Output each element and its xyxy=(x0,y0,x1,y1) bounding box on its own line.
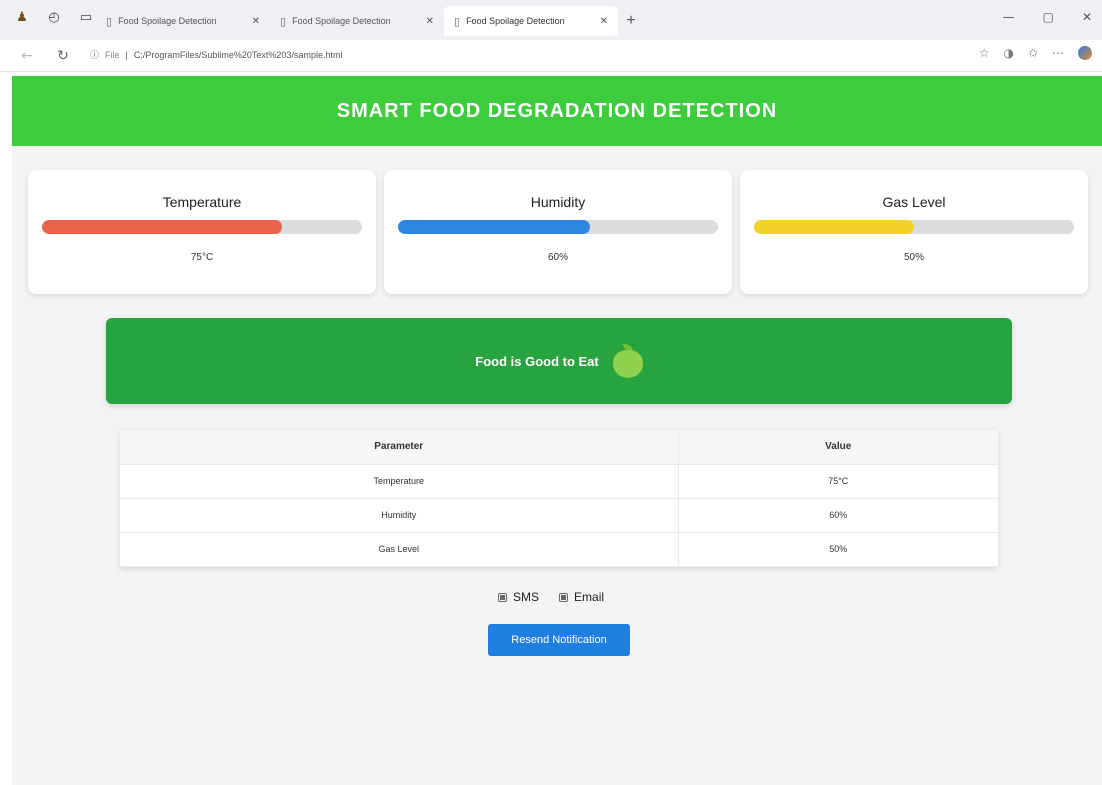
close-icon[interactable]: ✕ xyxy=(252,16,260,27)
progress-track xyxy=(42,220,362,234)
card-value: 50% xyxy=(903,252,924,263)
card-label: Gas Level xyxy=(882,194,946,210)
apple-body xyxy=(612,350,643,378)
table-row: Humidity 60% xyxy=(120,498,998,533)
minimize-icon[interactable]: — xyxy=(1003,10,1015,24)
info-icon: ⓘ xyxy=(90,50,100,60)
url-divider: | xyxy=(125,49,128,60)
tab-title: Food Spoilage Detection xyxy=(292,16,391,26)
reading-icon[interactable]: ◑ xyxy=(1003,46,1013,60)
copilot-icon[interactable] xyxy=(1078,46,1092,60)
humidity-bar-fill xyxy=(398,220,590,234)
temperature-bar-fill xyxy=(42,220,282,234)
email-checkbox[interactable]: Email xyxy=(559,590,604,604)
table-row: Temperature 75°C xyxy=(120,464,998,499)
humidity-card: Humidity 60% xyxy=(384,170,732,294)
gas-level-bar-fill xyxy=(754,220,914,234)
table-cell: 60% xyxy=(678,498,998,533)
table-cell: Gas Level xyxy=(120,532,679,567)
tab-title: Food Spoilage Detection xyxy=(118,16,217,26)
window-controls: — ▢ ✕ xyxy=(1003,10,1092,24)
card-label: Temperature xyxy=(162,194,242,210)
notification-options: SMS Email xyxy=(498,590,604,604)
card-value: 60% xyxy=(547,252,568,263)
address-bar: ← ↻ ⓘ File | C:/ProgramFiles/Sublime%20T… xyxy=(0,40,1102,72)
checkbox-box[interactable] xyxy=(559,592,569,602)
reload-icon[interactable]: ↻ xyxy=(52,45,74,67)
tab-3-active[interactable]: ▯ Food Spoilage Detection ✕ xyxy=(444,6,618,36)
more-icon[interactable]: ⋯ xyxy=(1052,46,1064,60)
page-icon: ▯ xyxy=(106,14,113,28)
progress-track xyxy=(398,220,718,234)
maximize-icon[interactable]: ▢ xyxy=(1043,10,1054,24)
gas-level-card: Gas Level 50% xyxy=(740,170,1088,294)
browser-tab-bar: ♟ ◴ ▭ ▯ Food Spoilage Detection ✕ ▯ Food… xyxy=(0,0,1102,40)
apple-icon xyxy=(612,344,643,378)
window-icons: ♟ ◴ ▭ xyxy=(14,9,94,25)
history-icon[interactable]: ◴ xyxy=(46,9,62,25)
column-header: Value xyxy=(678,430,998,465)
new-tab-button[interactable]: + xyxy=(618,6,644,36)
table-cell: 75°C xyxy=(678,464,998,499)
tab-actions-icon[interactable]: ▭ xyxy=(78,9,94,25)
tab-2[interactable]: ▯ Food Spoilage Detection ✕ xyxy=(270,6,444,36)
column-header: Parameter xyxy=(120,430,679,465)
status-text: Food is Good to Eat xyxy=(475,353,599,369)
table-cell: Temperature xyxy=(120,464,679,499)
sms-checkbox[interactable]: SMS xyxy=(498,590,539,604)
browser-toolbar: ☆ ◑ ✩ ⋯ xyxy=(979,46,1092,60)
page-icon: ▯ xyxy=(280,14,287,28)
table-header-row: Parameter Value xyxy=(120,430,998,465)
sensor-cards: Temperature 75°C Humidity 60% Gas Level … xyxy=(28,170,1088,294)
favorites-icon[interactable]: ✩ xyxy=(1028,46,1038,60)
readings-table: Parameter Value Temperature 75°C Humidit… xyxy=(120,430,998,567)
tab-1[interactable]: ▯ Food Spoilage Detection ✕ xyxy=(96,6,270,36)
close-window-icon[interactable]: ✕ xyxy=(1082,10,1092,24)
checkbox-box[interactable] xyxy=(498,592,507,602)
temperature-card: Temperature 75°C xyxy=(28,170,376,294)
table-row: Gas Level 50% xyxy=(120,532,998,567)
card-value: 75°C xyxy=(190,252,214,263)
close-icon[interactable]: ✕ xyxy=(426,16,434,27)
profile-icon[interactable]: ♟ xyxy=(14,9,30,25)
url-text: C:/ProgramFiles/Sublime%20Text%203/sampl… xyxy=(133,49,343,60)
table-cell: Humidity xyxy=(120,498,679,533)
close-icon[interactable]: ✕ xyxy=(600,16,608,27)
page-header: SMART FOOD DEGRADATION DETECTION xyxy=(12,76,1102,146)
tab-title: Food Spoilage Detection xyxy=(466,16,565,26)
back-icon[interactable]: ← xyxy=(16,45,38,67)
email-label: Email xyxy=(574,590,605,604)
url-field[interactable]: ⓘ File | C:/ProgramFiles/Sublime%20Text%… xyxy=(90,48,342,61)
page-content: SMART FOOD DEGRADATION DETECTION Tempera… xyxy=(12,76,1102,785)
sms-label: SMS xyxy=(513,590,540,604)
tab-strip: ▯ Food Spoilage Detection ✕ ▯ Food Spoil… xyxy=(96,6,644,36)
favorite-star-icon[interactable]: ☆ xyxy=(979,46,990,60)
food-status-banner: Food is Good to Eat xyxy=(106,318,1012,404)
card-label: Humidity xyxy=(530,194,586,210)
page-title: SMART FOOD DEGRADATION DETECTION xyxy=(336,99,778,122)
table-cell: 50% xyxy=(678,532,998,567)
page-icon: ▯ xyxy=(454,14,461,28)
url-scheme-label: File xyxy=(105,49,120,60)
resend-notification-button[interactable]: Resend Notification xyxy=(488,624,630,656)
progress-track xyxy=(754,220,1074,234)
